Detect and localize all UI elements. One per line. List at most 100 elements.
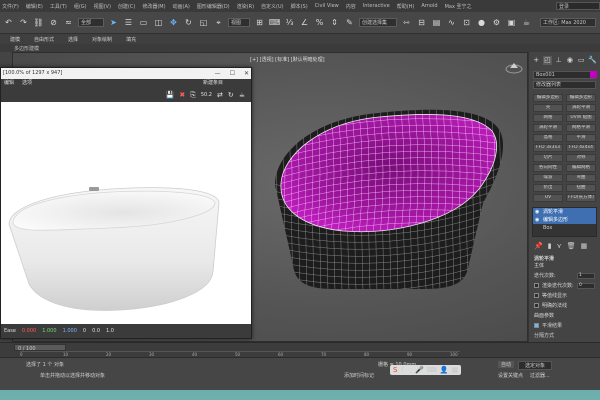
tab-freeform[interactable]: 自由形式 — [34, 36, 54, 43]
render-icon[interactable]: ☕ — [521, 17, 532, 28]
modifier-button[interactable]: 网格平滑 — [566, 124, 596, 132]
menu-file[interactable]: 文件(F) — [2, 3, 19, 10]
menu-edit[interactable]: 编辑(E) — [26, 3, 43, 10]
timeline[interactable]: 0 / 100 0 10 20 30 40 50 60 70 80 90 100 — [0, 342, 600, 357]
curve-editor-icon[interactable]: ∿ — [446, 17, 457, 28]
modifier-button[interactable]: UV — [533, 194, 563, 202]
maximize-icon[interactable]: ☐ — [230, 68, 235, 79]
object-name-field[interactable]: Box001 — [533, 71, 596, 79]
close-icon[interactable]: ✕ — [244, 68, 249, 79]
remove-modifier-icon[interactable]: 🗑 — [567, 242, 576, 250]
modifier-button[interactable]: 晶格 — [533, 134, 563, 142]
display-tab-icon[interactable]: ▭ — [577, 56, 585, 65]
configure-sets-icon[interactable]: ▦ — [581, 242, 588, 250]
menu-interactive[interactable]: Interactive — [363, 3, 390, 9]
stack-item-turbosmooth[interactable]: ◉ 涡轮平滑 — [533, 208, 596, 216]
image-viewer-window[interactable]: [100.0% of 1297 x 947] — ☐ ✕ 编辑 选项 新建条目 … — [0, 67, 252, 339]
layer-icon[interactable]: ▤ — [431, 17, 442, 28]
workspace-dropdown[interactable]: 工作区: Max 2020 — [540, 18, 596, 27]
utilities-tab-icon[interactable]: 🔧 — [588, 56, 597, 65]
modifier-button[interactable]: UVW 贴图 — [566, 114, 596, 122]
image-new-entry[interactable]: 新建条目 — [203, 79, 223, 88]
swap-icon[interactable]: ⇄ — [217, 91, 223, 99]
named-selection-dropdown[interactable]: 创建选择集 — [359, 18, 397, 27]
viewcube[interactable] — [505, 60, 523, 76]
tab-object-paint[interactable]: 对象绘制 — [92, 36, 112, 43]
tab-selection[interactable]: 选择 — [68, 36, 78, 43]
ime-keyboard-icon[interactable]: ⌨ — [427, 366, 437, 374]
modifier-button[interactable]: 网格 — [533, 114, 563, 122]
menu-graph-editors[interactable]: 图形编辑器(D) — [197, 3, 230, 10]
eye-icon[interactable]: ◉ — [535, 208, 539, 216]
undo-icon[interactable]: ↶ — [3, 17, 14, 28]
schematic-icon[interactable]: ⊡ — [461, 17, 472, 28]
menu-civil-view[interactable]: Civil View — [315, 3, 339, 9]
render-frame-icon[interactable]: ▣ — [506, 17, 517, 28]
stack-item-box[interactable]: Box — [533, 224, 596, 232]
ime-mic-icon[interactable]: 🎤 — [415, 366, 424, 374]
refresh-icon[interactable]: ↻ — [228, 91, 234, 99]
modifier-button[interactable]: FFD(长方体) — [566, 194, 596, 202]
ribbon-sub-label[interactable]: 多边形建模 — [14, 45, 39, 52]
time-slider[interactable]: 0 / 100 — [14, 344, 66, 352]
modifier-button[interactable]: 挤出 — [533, 184, 563, 192]
menu-group[interactable]: 组(G) — [74, 3, 87, 10]
pivot-icon[interactable]: ⊞ — [254, 17, 265, 28]
add-time-tag[interactable]: 添加时间标记 — [344, 372, 374, 379]
mirror-icon[interactable]: ⇿ — [401, 17, 412, 28]
pin-stack-icon[interactable]: 📌 — [534, 242, 543, 250]
menu-modifiers[interactable]: 修改器(M) — [142, 3, 165, 10]
modifier-button[interactable]: 对称 — [566, 154, 596, 162]
tab-modeling[interactable]: 建模 — [10, 36, 20, 43]
modifier-button[interactable]: 扭曲 — [566, 184, 596, 192]
stack-item-editpoly[interactable]: ◉ 编辑多边形 — [533, 216, 596, 224]
link-icon[interactable]: ⛓ — [33, 17, 44, 28]
keyboard-shortcut-icon[interactable]: ⌨ — [269, 17, 281, 28]
material-editor-icon[interactable]: ● — [476, 17, 487, 28]
rollout-title[interactable]: 涡轮平滑 — [534, 255, 595, 262]
iterations-spinner[interactable]: 1 — [577, 272, 595, 279]
key-filter-dropdown[interactable]: 选定对象 — [518, 361, 553, 370]
modifier-button[interactable]: FFD 3x3x3 — [533, 144, 563, 152]
modifier-button[interactable]: 噪波 — [533, 174, 563, 182]
set-key-button[interactable]: 设置关键点 — [498, 372, 523, 379]
menu-arnold[interactable]: Arnold — [421, 3, 437, 9]
isoline-checkbox[interactable] — [534, 293, 539, 298]
angle-snap-icon[interactable]: ∠ — [299, 17, 310, 28]
save-image-icon[interactable]: 💾 — [166, 91, 175, 99]
edit-named-sel-icon[interactable]: ✎ — [344, 17, 355, 28]
modifier-button[interactable]: 编辑网格 — [566, 164, 596, 172]
object-color-swatch[interactable] — [590, 71, 597, 78]
percent-snap-icon[interactable]: % — [314, 17, 325, 28]
ime-comma-icon[interactable]: , — [410, 366, 412, 374]
redo-icon[interactable]: ↷ — [18, 17, 29, 28]
modifier-button[interactable]: 各向同性 — [533, 164, 563, 172]
teapot-icon[interactable]: ☕ — [239, 91, 245, 99]
image-menu-options[interactable]: 选项 — [22, 79, 32, 88]
menu-rendering[interactable]: 渲染(R) — [237, 3, 254, 10]
window-cross-icon[interactable]: ◫ — [153, 17, 164, 28]
viewport-label[interactable]: [+] [透视] [标准] [默认明暗处理] — [250, 56, 325, 63]
ime-moon-icon[interactable]: ☾ — [400, 366, 406, 374]
eye-icon[interactable]: ◉ — [535, 216, 539, 224]
hierarchy-tab-icon[interactable]: ⊥ — [555, 56, 563, 65]
unlink-icon[interactable]: ⊘ — [48, 17, 59, 28]
show-end-result-icon[interactable]: ▮ — [548, 242, 552, 250]
tab-populate[interactable]: 填充 — [126, 36, 136, 43]
modifier-button[interactable]: 涡轮平滑 — [566, 104, 596, 112]
make-unique-icon[interactable]: ⋎ — [557, 242, 562, 250]
render-iter-spinner[interactable]: 0 — [577, 282, 595, 289]
align-icon[interactable]: ⊟ — [416, 17, 427, 28]
scale-icon[interactable]: ◱ — [198, 17, 209, 28]
modifier-button[interactable]: 切片 — [533, 154, 563, 162]
render-iter-checkbox[interactable] — [534, 283, 539, 288]
menu-tools[interactable]: 工具(T) — [50, 3, 67, 10]
menu-customize[interactable]: 自定义(U) — [261, 3, 284, 10]
modifier-button[interactable]: 平滑 — [566, 134, 596, 142]
snap-icon[interactable]: ⅓ — [284, 17, 295, 28]
minimize-icon[interactable]: — — [215, 68, 221, 79]
select-by-name-icon[interactable]: ☰ — [123, 17, 134, 28]
menu-help[interactable]: 帮助(H) — [397, 3, 415, 10]
select-icon[interactable]: ➤ — [108, 17, 119, 28]
modifier-button[interactable]: 弯曲 — [566, 174, 596, 182]
